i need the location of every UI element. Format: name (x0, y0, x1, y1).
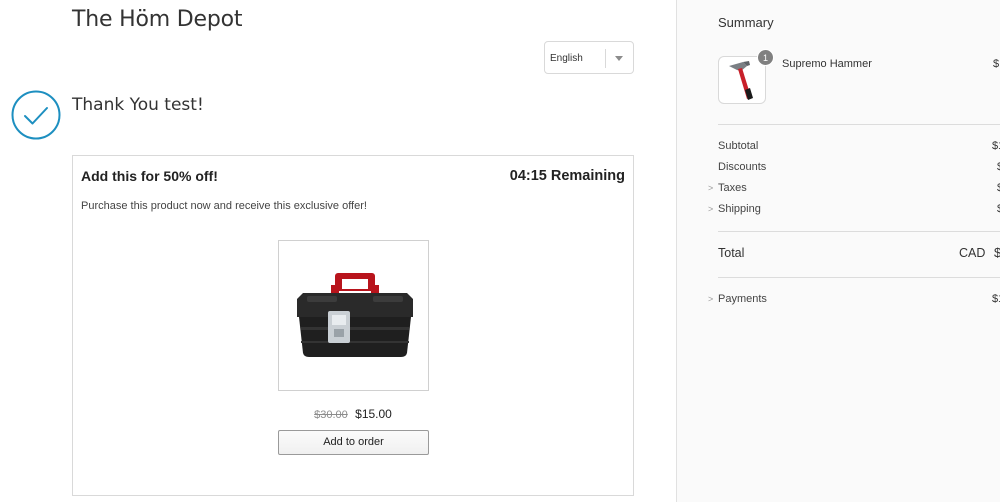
taxes-toggle[interactable]: Taxes (718, 182, 747, 194)
checkmark-circle-icon (11, 90, 61, 140)
chevron-right-icon[interactable]: > (708, 294, 713, 304)
store-name: The Höm Depot (72, 7, 243, 32)
subtotal-label: Subtotal (718, 140, 759, 152)
divider (718, 277, 1000, 278)
order-summary-sidebar: Summary 1 Supremo Hammer $ Subtotal $1 D… (676, 0, 1000, 502)
payments-toggle[interactable]: Payments (718, 293, 767, 305)
upsell-offer-panel: Add this for 50% off! 04:15 Remaining Pu… (72, 155, 634, 496)
main-content: The Höm Depot English Thank You test! Ad… (0, 0, 676, 502)
payments-value: $1 (992, 293, 1000, 305)
total-currency: CAD (959, 246, 986, 260)
subtotal-value: $1 (992, 140, 1000, 152)
thank-you-message: Thank You test! (72, 95, 204, 115)
divider (718, 124, 1000, 125)
language-select[interactable]: English (544, 41, 634, 74)
total-value: $ (994, 245, 1000, 260)
chevron-down-icon (615, 56, 623, 61)
summary-title: Summary (718, 15, 774, 30)
chevron-right-icon[interactable]: > (708, 204, 713, 214)
add-to-order-button[interactable]: Add to order (278, 430, 429, 455)
shipping-toggle[interactable]: Shipping (718, 203, 761, 215)
offer-original-price: $30.00 (314, 409, 348, 421)
line-item-price: $ (993, 58, 1000, 70)
total-label: Total (718, 246, 745, 260)
divider (718, 231, 1000, 232)
language-select-value: English (550, 53, 583, 64)
offer-title: Add this for 50% off! (81, 168, 218, 184)
chevron-right-icon[interactable]: > (708, 183, 713, 193)
offer-product-image (278, 240, 429, 391)
line-item-quantity-badge: 1 (757, 49, 774, 66)
discounts-label: Discounts (718, 161, 767, 173)
toolbox-icon (297, 273, 413, 357)
language-select-divider (605, 49, 606, 68)
line-item-name: Supremo Hammer (782, 58, 872, 70)
offer-description: Purchase this product now and receive th… (81, 200, 367, 212)
offer-sale-price: $15.00 (355, 407, 392, 421)
offer-price-row: $30.00 $15.00 (73, 407, 633, 421)
hammer-icon (729, 61, 753, 100)
offer-timer: 04:15 Remaining (509, 168, 625, 184)
